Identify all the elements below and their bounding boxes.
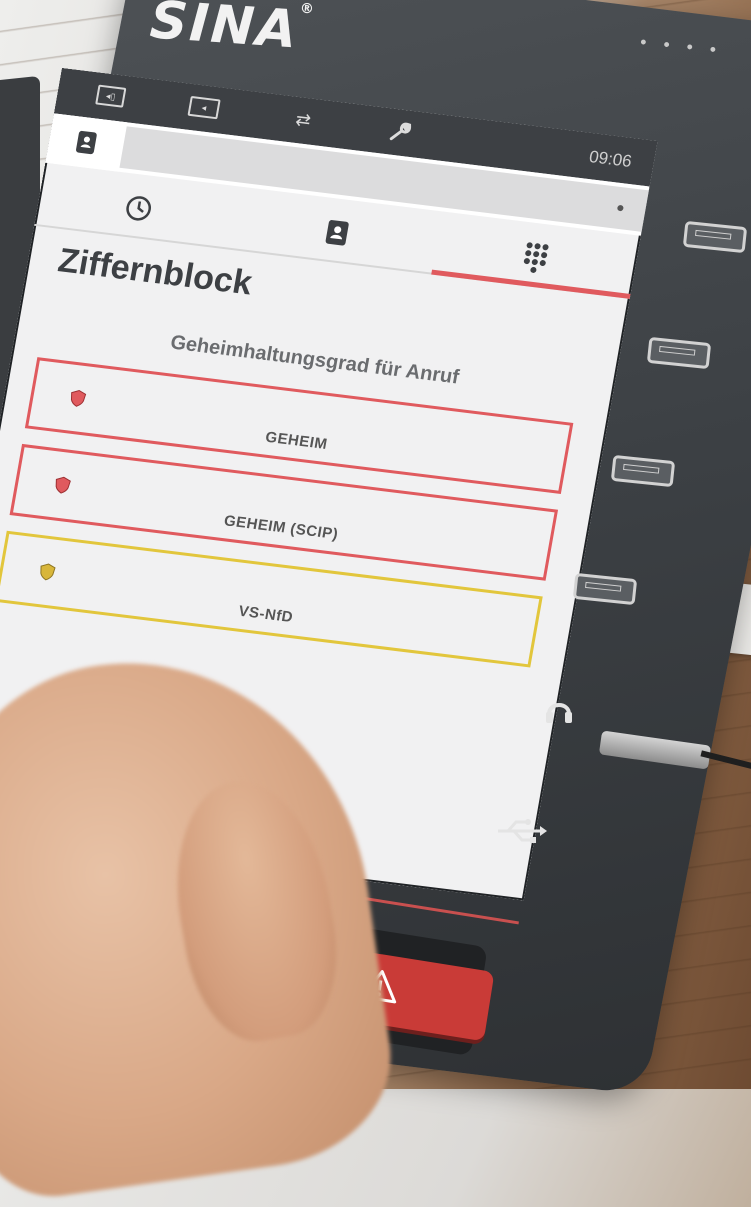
keypad-icon <box>523 242 549 273</box>
brand-text: SINA <box>148 0 301 61</box>
usb-icon <box>494 816 548 854</box>
phonebook-icon <box>76 130 97 155</box>
wrench-icon[interactable] <box>384 118 418 145</box>
display-switch-icon[interactable]: ◂▯ <box>94 82 128 109</box>
headset-icon <box>542 694 576 736</box>
clock-icon <box>126 196 151 221</box>
contacts-icon <box>325 220 349 246</box>
classification-label: VS-NfD <box>237 602 295 627</box>
clock-time: 09:06 <box>587 147 634 171</box>
forward-icon[interactable]: ⇄ <box>286 106 320 133</box>
page-title: Ziffernblock <box>55 241 255 303</box>
phonebook-button[interactable] <box>45 113 128 172</box>
screen-icon[interactable]: ◂ <box>187 94 221 121</box>
